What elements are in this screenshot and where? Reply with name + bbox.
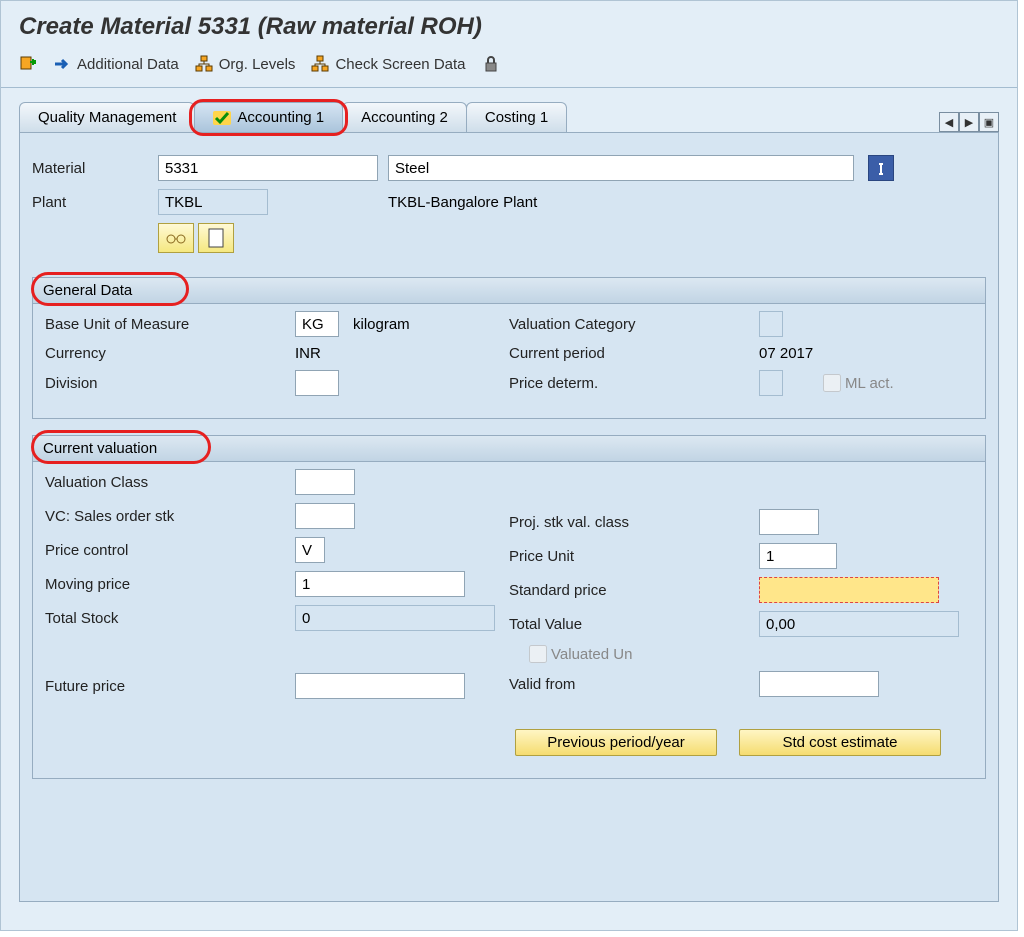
check-screen-label: Check Screen Data [335, 56, 465, 73]
mlact-label: ML act. [845, 375, 894, 392]
pricectrl-field[interactable] [295, 537, 325, 563]
org-levels-label: Org. Levels [219, 56, 296, 73]
info-button[interactable] [868, 155, 894, 181]
material-label: Material [32, 160, 158, 177]
projstk-field[interactable] [759, 509, 819, 535]
lock-icon [482, 55, 500, 73]
totvalue-field [759, 611, 959, 637]
division-label: Division [45, 375, 295, 392]
tab-list-button[interactable]: ▣ [979, 112, 999, 132]
tab-costing-1[interactable]: Costing 1 [466, 102, 567, 132]
pricedet-field [759, 370, 783, 396]
valclass-field[interactable] [295, 469, 355, 495]
check-data-icon [311, 55, 329, 73]
material-desc-field[interactable] [388, 155, 854, 181]
totvalue-label: Total Value [509, 616, 719, 633]
futprice-label: Future price [45, 678, 295, 695]
totstock-field [295, 605, 495, 631]
general-data-header: General Data [32, 277, 986, 304]
tab-strip: Quality Management Accounting 1 Accounti… [19, 102, 999, 132]
buom-label: Base Unit of Measure [45, 316, 295, 333]
vcsales-field[interactable] [295, 503, 355, 529]
create-button[interactable] [198, 223, 234, 253]
curper-label: Current period [509, 345, 719, 362]
mlact-checkbox [823, 374, 841, 392]
lock-button[interactable] [482, 55, 500, 73]
tab-next-button[interactable]: ▶ [959, 112, 979, 132]
org-tree-icon [195, 55, 213, 73]
arrow-right-icon [53, 55, 71, 73]
validfrom-field[interactable] [759, 671, 879, 697]
additional-data-label: Additional Data [77, 56, 179, 73]
curper-value: 07 2017 [759, 345, 813, 362]
additional-data-button[interactable]: Additional Data [53, 55, 179, 73]
movprice-field[interactable] [295, 571, 465, 597]
valcat-label: Valuation Category [509, 316, 719, 333]
valun-label: Valuated Un [551, 646, 632, 663]
priceunit-label: Price Unit [509, 548, 719, 565]
tab-quality-management[interactable]: Quality Management [19, 102, 195, 132]
org-levels-button[interactable]: Org. Levels [195, 55, 296, 73]
plant-field [158, 189, 268, 215]
movprice-label: Moving price [45, 576, 295, 593]
tab-body: Material Plant TKBL-Bangalore Plant [19, 132, 999, 902]
new-doc-icon [19, 55, 37, 73]
priceunit-field[interactable] [759, 543, 837, 569]
view-button[interactable] [158, 223, 194, 253]
plant-desc: TKBL-Bangalore Plant [388, 194, 537, 211]
buom-text: kilogram [353, 316, 410, 333]
pricectrl-label: Price control [45, 542, 295, 559]
tab-accounting-2[interactable]: Accounting 2 [342, 102, 467, 132]
info-icon [873, 160, 889, 176]
futprice-field[interactable] [295, 673, 465, 699]
valclass-label: Valuation Class [45, 474, 295, 491]
validfrom-label: Valid from [509, 676, 719, 693]
currency-value: INR [295, 345, 321, 362]
currency-label: Currency [45, 345, 295, 362]
buom-field[interactable] [295, 311, 339, 337]
stdprice-label: Standard price [509, 582, 719, 599]
page-icon [208, 228, 224, 248]
division-field[interactable] [295, 370, 339, 396]
pricedet-label: Price determ. [509, 375, 719, 392]
new-doc-button[interactable] [19, 55, 37, 73]
page-title: Create Material 5331 (Raw material ROH) [19, 13, 999, 41]
vcsales-label: VC: Sales order stk [45, 508, 295, 525]
check-green-icon [213, 111, 231, 125]
prev-period-button[interactable]: Previous period/year [515, 729, 717, 756]
valun-checkbox [529, 645, 547, 663]
stdprice-field[interactable] [759, 577, 939, 603]
toolbar: Additional Data Org. Levels Check Screen… [1, 49, 1017, 88]
check-screen-button[interactable]: Check Screen Data [311, 55, 465, 73]
tab-prev-button[interactable]: ◀ [939, 112, 959, 132]
glasses-icon [165, 231, 187, 245]
std-cost-button[interactable]: Std cost estimate [739, 729, 941, 756]
valcat-field [759, 311, 783, 337]
current-valuation-header: Current valuation [32, 435, 986, 462]
tab-accounting-1[interactable]: Accounting 1 [194, 102, 343, 132]
plant-label: Plant [32, 194, 158, 211]
projstk-label: Proj. stk val. class [509, 514, 719, 531]
totstock-label: Total Stock [45, 610, 295, 627]
material-field[interactable] [158, 155, 378, 181]
